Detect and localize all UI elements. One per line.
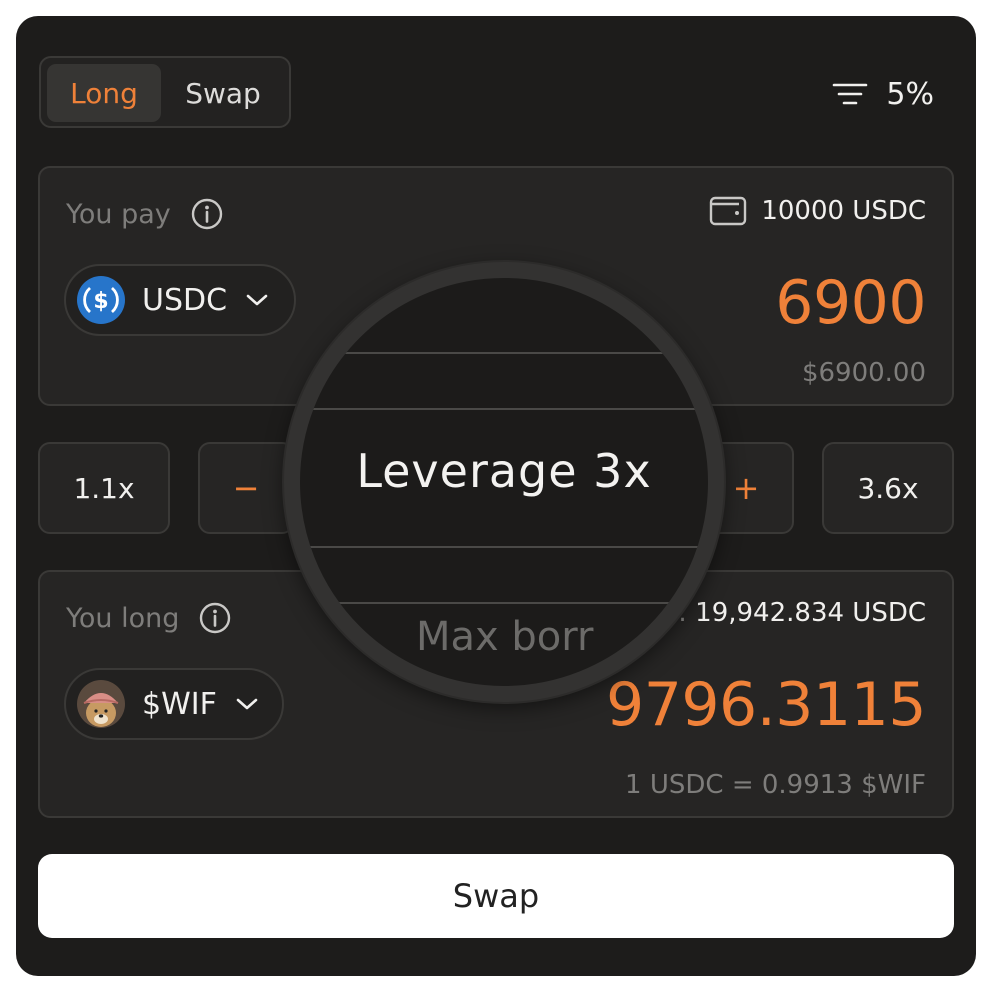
max-borrow-ghost-label: Max borr — [416, 614, 594, 660]
max-borrow: : 19,942.834 USDC — [678, 598, 926, 628]
pay-label: You pay — [66, 198, 171, 230]
leverage-magnifier[interactable]: Leverage 3x Max borr — [284, 262, 724, 702]
chevron-down-icon — [236, 698, 258, 710]
magnifier-divider — [300, 546, 708, 548]
pay-token-selector[interactable]: $ USDC — [64, 264, 296, 336]
max-borrow-value: 19,942.834 USDC — [695, 598, 926, 628]
leverage-min-button[interactable]: 1.1x — [38, 442, 170, 534]
chevron-down-icon — [246, 294, 268, 306]
usdc-logo-icon: $ — [77, 276, 125, 324]
magnifier-divider — [300, 602, 708, 604]
info-icon[interactable] — [191, 198, 223, 230]
filter-icon — [833, 83, 868, 105]
wallet-balance[interactable]: 10000 USDC — [709, 194, 926, 228]
long-token-symbol: $WIF — [142, 686, 217, 722]
svg-text:$: $ — [93, 289, 108, 314]
slippage-setting[interactable]: 5% — [832, 72, 934, 116]
long-label-row: You long — [66, 602, 231, 634]
slippage-value: 5% — [886, 76, 934, 112]
pay-usd-value: $6900.00 — [801, 358, 926, 388]
long-label: You long — [66, 602, 180, 634]
exchange-rate: 1 USDC = 0.9913 $WIF — [625, 770, 926, 800]
balance-value: 10000 USDC — [761, 196, 926, 226]
long-token-selector[interactable]: $WIF — [64, 668, 284, 740]
magnifier-divider — [300, 408, 708, 410]
mode-tabs: Long Swap — [39, 56, 291, 128]
pay-token-symbol: USDC — [142, 282, 228, 318]
leverage-label: Leverage 3x — [356, 444, 652, 498]
tab-swap[interactable]: Swap — [163, 64, 283, 122]
magnifier-divider — [300, 352, 708, 354]
tab-long[interactable]: Long — [47, 64, 161, 122]
swap-widget: Long Swap 5% You pay 10000 USDC $ USDC 6… — [16, 16, 976, 976]
leverage-decrease-button[interactable]: − — [198, 442, 294, 534]
wallet-icon — [710, 196, 747, 226]
info-icon[interactable] — [199, 602, 231, 634]
leverage-max-button[interactable]: 3.6x — [822, 442, 954, 534]
pay-amount[interactable]: 6900 — [775, 268, 926, 338]
long-amount: 9796.3115 — [606, 670, 926, 740]
swap-button[interactable]: Swap — [38, 854, 954, 938]
pay-label-row: You pay — [66, 198, 223, 230]
wif-logo-icon — [77, 680, 125, 728]
